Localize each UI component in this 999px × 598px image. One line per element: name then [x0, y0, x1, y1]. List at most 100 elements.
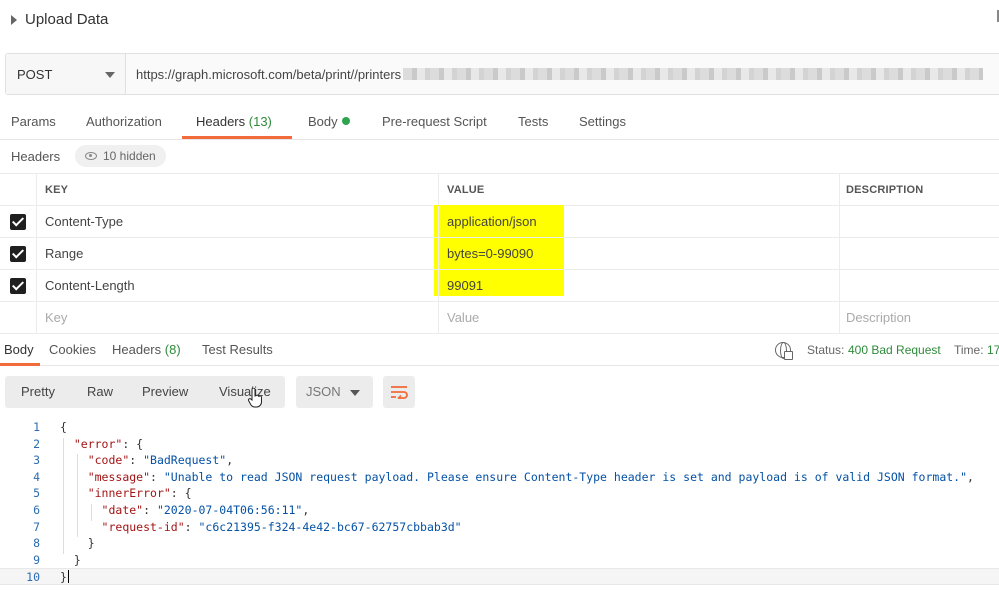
json-punctuation [60, 453, 88, 467]
json-punctuation: : { [170, 486, 192, 501]
new-description-input[interactable]: Description [839, 302, 999, 333]
tab-body[interactable]: Body [308, 114, 350, 129]
header-value-text: bytes=0-99090 [447, 246, 534, 261]
request-title[interactable]: Upload Data [25, 11, 108, 28]
indent-guide [91, 504, 92, 521]
response-tabs: Body Cookies Headers (8) Test Results St… [0, 333, 999, 366]
hidden-headers-toggle[interactable]: 10 hidden [75, 145, 166, 167]
header-value-cell[interactable]: application/json [438, 206, 839, 237]
header-description-cell[interactable] [839, 270, 999, 301]
column-header-description: DESCRIPTION [839, 174, 999, 205]
checkbox[interactable] [10, 277, 26, 294]
tab-headers[interactable]: Headers (13) [196, 114, 272, 129]
line-number: 8 [33, 536, 40, 551]
hand-cursor-icon [248, 388, 262, 408]
response-body-viewer[interactable]: 1{2 "error": {3 "code": "BadRequest", 4 "… [0, 419, 999, 585]
code-text: "request-id": "c6c21395-f324-4e42-bc67-6… [60, 519, 462, 536]
url-input[interactable]: https://graph.microsoft.com/beta/print//… [126, 54, 999, 94]
json-key: "message" [87, 469, 151, 484]
tab-label: Headers [112, 342, 162, 357]
column-header-value: VALUE [438, 174, 839, 205]
active-tab-underline [182, 136, 292, 139]
tab-settings[interactable]: Settings [579, 114, 626, 129]
checkbox[interactable] [10, 245, 26, 262]
code-line: 2 "error": { [0, 436, 999, 453]
method-select[interactable]: POST [6, 54, 126, 94]
code-text: "message": "Unable to read JSON request … [60, 469, 974, 486]
header-value-text: 99091 [447, 278, 484, 293]
json-key: "request-id" [101, 519, 185, 534]
wrap-lines-button[interactable] [383, 376, 415, 408]
table-header-row: KEY VALUE DESCRIPTION [0, 173, 999, 206]
view-visualize-button[interactable]: Visualize [219, 384, 271, 399]
json-punctuation [60, 470, 88, 484]
header-key-cell[interactable]: Range [36, 238, 438, 269]
tab-label: Tests [518, 114, 549, 129]
response-tab-test-results[interactable]: Test Results [202, 342, 273, 357]
code-line: 9 } [0, 552, 999, 569]
code-line: 8 } [0, 535, 999, 552]
tab-label: Params [11, 114, 56, 129]
method-label: POST [17, 66, 53, 82]
json-punctuation [60, 520, 102, 534]
view-raw-button[interactable]: Raw [87, 384, 113, 399]
json-key: "code" [87, 453, 130, 468]
code-text: { [60, 419, 67, 436]
json-punctuation: } [60, 570, 67, 585]
json-punctuation: : [150, 469, 164, 484]
status-label: Status: [807, 343, 845, 357]
response-tab-body[interactable]: Body [4, 342, 34, 357]
header-key-cell[interactable]: Content-Type [36, 206, 438, 237]
json-punctuation: : [143, 502, 157, 517]
view-preview-button[interactable]: Preview [142, 384, 188, 399]
redacted-url-blur [403, 68, 984, 80]
indent-guide [77, 454, 78, 538]
code-line: 7 "request-id": "c6c21395-f324-4e42-bc67… [0, 519, 999, 536]
request-title-bar: Upload Data [0, 0, 999, 42]
tab-authorization[interactable]: Authorization [86, 114, 162, 129]
collapse-caret-icon[interactable] [11, 15, 17, 25]
status-value[interactable]: 400 Bad Request [848, 343, 941, 357]
text-caret [68, 570, 69, 584]
tab-label: Headers [196, 114, 246, 129]
headers-section-label: Headers [11, 149, 61, 164]
tab-label: Settings [579, 114, 626, 129]
line-number: 4 [33, 469, 40, 484]
tab-pre-request-script[interactable]: Pre-request Script [382, 114, 487, 129]
globe-lock-icon[interactable] [775, 342, 793, 360]
new-key-input[interactable]: Key [36, 302, 438, 333]
checkbox[interactable] [10, 213, 26, 230]
line-number: 6 [33, 502, 40, 517]
header-key-cell[interactable]: Content-Length [36, 270, 438, 301]
column-header-key: KEY [36, 174, 438, 205]
json-punctuation: , [226, 453, 234, 468]
header-description-cell[interactable] [839, 206, 999, 237]
response-tab-cookies[interactable]: Cookies [49, 342, 96, 357]
headers-table: KEY VALUE DESCRIPTION Content-Type appli… [0, 173, 999, 334]
response-tab-headers[interactable]: Headers (8) [112, 342, 181, 357]
tab-tests[interactable]: Tests [518, 114, 548, 129]
header-value-cell[interactable]: 99091 [438, 270, 839, 301]
json-punctuation: } [60, 552, 81, 567]
code-line: 10} [0, 568, 999, 585]
json-key: "date" [101, 502, 144, 517]
table-row-new: Key Value Description [0, 302, 999, 334]
row-checkbox-cell [0, 270, 36, 301]
json-punctuation: , [967, 469, 974, 484]
tab-count: (13) [248, 114, 272, 129]
tab-params[interactable]: Params [11, 114, 56, 129]
line-number: 7 [33, 519, 40, 534]
json-string: "Unable to read JSON request payload. Pl… [163, 469, 968, 484]
chevron-down-icon [105, 72, 115, 78]
time-value[interactable]: 17 [987, 343, 999, 357]
new-value-input[interactable]: Value [438, 302, 839, 333]
header-description-cell[interactable] [839, 238, 999, 269]
view-pretty-button[interactable]: Pretty [21, 384, 55, 399]
code-line: 5 "innerError": { [0, 485, 999, 502]
code-text: "code": "BadRequest", [60, 452, 233, 469]
header-value-cell[interactable]: bytes=0-99090 [438, 238, 839, 269]
hidden-count-label: 10 hidden [103, 149, 156, 163]
format-select[interactable]: JSON [296, 376, 373, 408]
url-text: https://graph.microsoft.com/beta/print//… [136, 66, 402, 82]
json-key: "error" [73, 436, 123, 451]
